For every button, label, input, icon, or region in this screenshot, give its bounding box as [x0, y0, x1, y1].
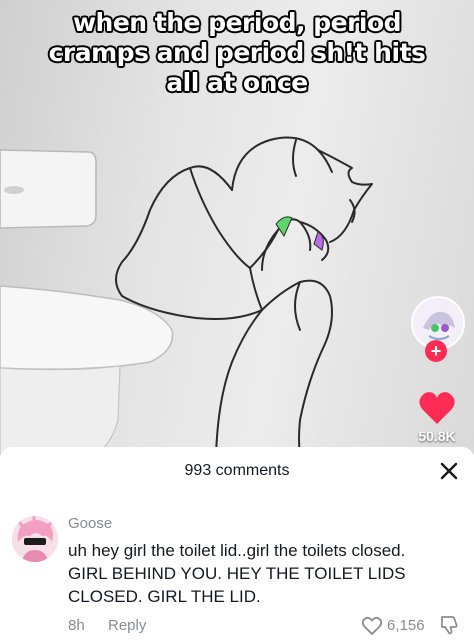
- follow-plus-icon[interactable]: +: [425, 340, 447, 362]
- heart-icon[interactable]: [417, 388, 457, 428]
- creator-avatar-group[interactable]: +: [411, 296, 465, 362]
- heart-outline-icon[interactable]: [361, 615, 383, 637]
- video-like-count: 50.8K: [418, 428, 456, 444]
- commenter-avatar[interactable]: [12, 516, 58, 562]
- video-caption: when the period, period cramps and perio…: [48, 8, 426, 97]
- comment-timestamp: 8h: [68, 617, 85, 634]
- video-player[interactable]: when the period, period cramps and perio…: [0, 0, 474, 455]
- close-icon[interactable]: [437, 459, 461, 483]
- comment-username[interactable]: Goose: [68, 515, 112, 532]
- comment-like-count: 6,156: [387, 617, 425, 634]
- comments-count-title: 993 comments: [184, 462, 290, 479]
- reply-button[interactable]: Reply: [108, 617, 146, 634]
- comment-text: uh hey girl the toilet lid..girl the toi…: [68, 541, 406, 606]
- dislike-icon[interactable]: [438, 614, 460, 636]
- comments-panel: 993 comments Goose uh hey girl the toile…: [0, 447, 474, 640]
